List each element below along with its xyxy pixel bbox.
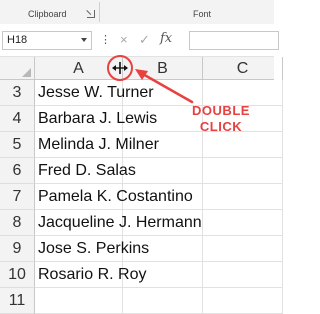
table-row: 5 Melinda J. Milner xyxy=(0,132,283,158)
cell-a[interactable] xyxy=(35,288,123,314)
cell-a-text: Pamela K. Costantino xyxy=(38,188,193,205)
cell-a-text: Barbara J. Lewis xyxy=(38,110,158,127)
column-header-row: A B C xyxy=(0,56,283,80)
cell-c[interactable] xyxy=(203,236,283,262)
cell-c[interactable] xyxy=(203,288,283,314)
ribbon-separator xyxy=(99,2,100,22)
cell-a-text: Rosario R. Roy xyxy=(38,266,147,283)
formula-bar: H18 ⋮ × ✓ fx xyxy=(0,24,279,56)
table-row: 7 Pamela K. Costantino xyxy=(0,184,283,210)
name-box-value: H18 xyxy=(7,34,28,46)
table-row: 6 Fred D. Salas xyxy=(0,158,283,184)
table-row: 8 Jacqueline J. Hermann xyxy=(0,210,283,236)
annotation-line-1: DOUBLE xyxy=(192,103,250,118)
table-row: 10 Rosario R. Roy xyxy=(0,262,283,288)
annotation-line-2: CLICK xyxy=(199,119,243,134)
cancel-icon[interactable]: × xyxy=(120,31,128,49)
row-header[interactable]: 11 xyxy=(0,288,35,314)
enter-icon[interactable]: ✓ xyxy=(139,31,150,49)
cell-c[interactable] xyxy=(203,210,283,236)
cell-b[interactable] xyxy=(123,288,203,314)
table-row: 11 xyxy=(0,288,283,314)
cell-a-text: Melinda J. Milner xyxy=(38,136,159,153)
row-header[interactable]: 3 xyxy=(0,80,35,106)
column-header-b[interactable]: B xyxy=(123,57,203,80)
cell-c[interactable] xyxy=(203,262,283,288)
more-options-icon[interactable]: ⋮ xyxy=(100,33,111,47)
formula-input[interactable] xyxy=(189,31,279,50)
row-header[interactable]: 9 xyxy=(0,236,35,262)
row-header[interactable]: 8 xyxy=(0,210,35,236)
dialog-launcher-icon[interactable] xyxy=(87,10,95,18)
font-group-label: Font xyxy=(193,9,212,19)
clipboard-group-label: Clipboard xyxy=(28,9,67,19)
row-header[interactable]: 7 xyxy=(0,184,35,210)
cell-a-text: Fred D. Salas xyxy=(38,162,136,179)
name-box[interactable]: H18 xyxy=(2,31,92,50)
column-resize-cursor-icon xyxy=(112,62,128,74)
cell-c[interactable] xyxy=(203,132,283,158)
cell-a-text: Jacqueline J. Hermann xyxy=(38,214,202,231)
column-resize-handle[interactable] xyxy=(107,55,133,81)
table-row: 9 Jose S. Perkins xyxy=(0,236,283,262)
row-header[interactable]: 6 xyxy=(0,158,35,184)
cell-c[interactable] xyxy=(203,158,283,184)
ribbon-group-labels: Clipboard Font xyxy=(0,0,274,25)
chevron-down-icon[interactable] xyxy=(81,38,87,42)
row-header[interactable]: 10 xyxy=(0,262,35,288)
cell-a-text: Jose S. Perkins xyxy=(38,240,150,257)
row-header[interactable]: 5 xyxy=(0,132,35,158)
insert-function-icon[interactable]: fx xyxy=(160,30,172,48)
select-all-button[interactable] xyxy=(0,57,35,80)
row-header[interactable]: 4 xyxy=(0,106,35,132)
double-click-annotation: DOUBLE CLICK xyxy=(186,103,256,135)
column-header-c[interactable]: C xyxy=(203,57,283,80)
cell-c[interactable] xyxy=(203,184,283,210)
cell-a-text: Jesse W. Turner xyxy=(38,84,154,101)
